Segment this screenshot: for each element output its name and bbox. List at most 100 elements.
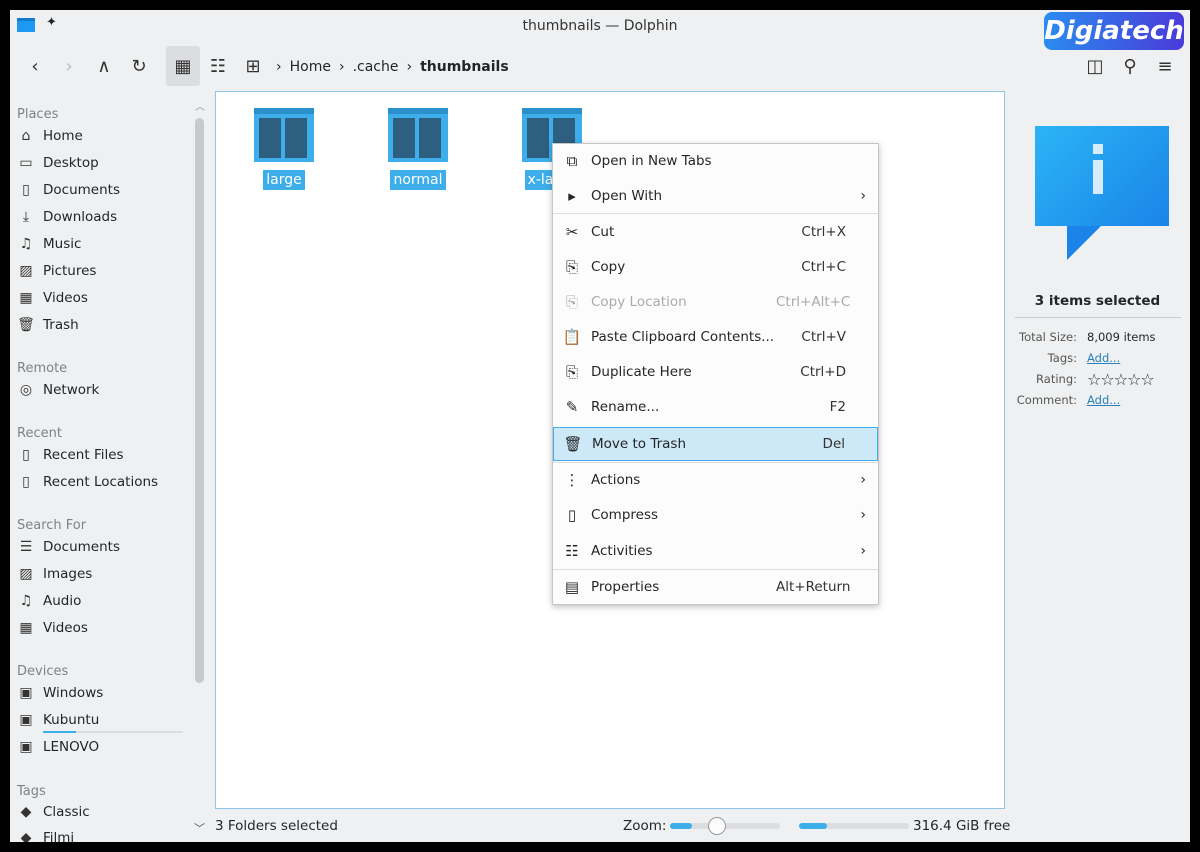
sidebar-item-kubuntu[interactable]: ▣ Kubuntu <box>17 709 99 731</box>
crumb-thumbnails[interactable]: thumbnails <box>420 54 509 80</box>
menu-separator <box>553 213 878 214</box>
comment-add-link[interactable]: Add... <box>1087 390 1120 411</box>
sidebar-section-header: Places <box>17 107 59 122</box>
scroll-down-arrow[interactable]: ﹀ <box>194 820 205 836</box>
menu-item-open-with[interactable]: ▸ Open With › <box>553 179 878 213</box>
sidebar-item-filmi[interactable]: ◆ Filmi <box>17 827 75 842</box>
menu-item-activities[interactable]: ☷ Activities › <box>553 534 878 568</box>
sidebar-item-audio[interactable]: ♫ Audio <box>17 590 82 612</box>
menu-item-duplicate-here[interactable]: ⎘ Duplicate Here Ctrl+D <box>553 355 878 389</box>
up-button[interactable]: ∧ <box>87 46 121 86</box>
menu-item-label: Cut <box>591 224 615 240</box>
copy-location-icon: ⎘ <box>565 293 578 311</box>
cut-icon: ✂ <box>565 223 579 241</box>
sidebar-scrollbar[interactable] <box>195 118 204 683</box>
star-icon[interactable]: ☆ <box>1100 370 1114 389</box>
sidebar-item-lenovo[interactable]: ▣ LENOVO <box>17 736 99 758</box>
videos-icon: ▦ <box>19 290 33 306</box>
menu-item-cut[interactable]: ✂ Cut Ctrl+X <box>553 215 878 249</box>
folder-icon <box>254 108 314 162</box>
sidebar-item-music[interactable]: ♫ Music <box>17 233 82 255</box>
star-icon[interactable]: ☆ <box>1140 370 1154 389</box>
sidebar-item-network[interactable]: ◎ Network <box>17 379 99 401</box>
rating-stars[interactable]: ☆☆☆☆☆ <box>1087 369 1155 390</box>
sidebar-item-label: Filmi <box>43 830 75 842</box>
zoom-label: Zoom: <box>623 818 667 834</box>
details-view-button[interactable]: ⊞ <box>236 46 270 86</box>
menu-item-label: Copy <box>591 259 626 275</box>
compact-view-button[interactable]: ☷ <box>201 46 235 86</box>
trash-icon: 🗑 <box>563 435 583 453</box>
menu-item-label: Compress <box>591 507 659 523</box>
menu-item-actions[interactable]: ⋮ Actions › <box>553 463 878 497</box>
menu-item-copy-location[interactable]: ⎘ Copy Location Ctrl+Alt+C <box>553 285 878 319</box>
folder-item[interactable]: large <box>254 108 314 190</box>
sidebar-item-label: Videos <box>43 620 88 636</box>
menu-item-label: Open With <box>591 188 663 204</box>
sidebar-item-videos[interactable]: ▦ Videos <box>17 287 87 309</box>
sidebar-item-videos[interactable]: ▦ Videos <box>17 617 88 639</box>
sidebar-item-label: Pictures <box>43 263 97 279</box>
sidebar-item-label: Recent Locations <box>43 474 159 490</box>
sidebar-item-windows[interactable]: ▣ Windows <box>17 682 103 704</box>
menu-button[interactable]: ≡ <box>1148 46 1182 86</box>
forward-button[interactable]: › <box>52 46 86 86</box>
sidebar-item-trash[interactable]: 🗑 Trash <box>17 314 79 336</box>
tags-add-link[interactable]: Add... <box>1087 348 1120 369</box>
crumb-cache[interactable]: .cache <box>353 54 399 80</box>
zoom-slider[interactable] <box>670 817 780 835</box>
information-panel: 3 items selected Total Size: 8,009 items … <box>1005 91 1190 831</box>
sidebar-item-recent-files[interactable]: ▯ Recent Files <box>17 444 123 466</box>
drive-icon: ▣ <box>19 712 33 728</box>
split-view-button[interactable]: ◫ <box>1078 46 1112 86</box>
sidebar-item-label: Trash <box>43 317 79 333</box>
comment-label: Comment: <box>1016 393 1077 407</box>
star-icon[interactable]: ☆ <box>1127 370 1141 389</box>
divider <box>1015 317 1181 318</box>
star-icon[interactable]: ☆ <box>1087 370 1101 389</box>
menu-item-shortcut: Ctrl+Alt+C <box>776 294 851 310</box>
menu-item-label: Properties <box>591 579 660 595</box>
sidebar-item-classic[interactable]: ◆ Classic <box>17 801 90 823</box>
chevron-right-icon: › <box>860 507 866 523</box>
sidebar-item-documents[interactable]: ▯ Documents <box>17 179 120 201</box>
sidebar-item-home[interactable]: ⌂ Home <box>17 125 83 147</box>
sidebar-item-pictures[interactable]: ▨ Pictures <box>17 260 96 282</box>
window-title: thumbnails — Dolphin <box>522 18 678 34</box>
sidebar-item-label: Music <box>43 236 82 252</box>
menu-item-properties[interactable]: ▤ Properties Alt+Return <box>553 570 878 604</box>
videos-icon: ▦ <box>19 620 33 636</box>
sidebar-section-header: Tags <box>17 784 46 799</box>
menu-item-label: Move to Trash <box>592 436 687 452</box>
menu-item-copy[interactable]: ⎘ Copy Ctrl+C <box>553 250 878 284</box>
menu-item-label: Activities <box>591 543 653 559</box>
sidebar-item-desktop[interactable]: ▭ Desktop <box>17 152 98 174</box>
menu-item-open-in-new-tabs[interactable]: ⧉ Open in New Tabs <box>553 144 878 178</box>
menu-item-rename[interactable]: ✎ Rename... F2 <box>553 390 878 424</box>
rating-label: Rating: <box>1036 372 1077 386</box>
search-button[interactable]: ⚲ <box>1113 46 1147 86</box>
sidebar-item-label: Documents <box>43 182 120 198</box>
reload-button[interactable]: ↻ <box>122 46 156 86</box>
status-text: 3 Folders selected <box>215 818 338 834</box>
documents-icon: ☰ <box>19 539 33 555</box>
tag-icon: ◆ <box>20 804 32 820</box>
sidebar-item-images[interactable]: ▨ Images <box>17 563 92 585</box>
icons-view-button[interactable]: ▦ <box>166 46 200 86</box>
sidebar-item-documents[interactable]: ☰ Documents <box>17 536 120 558</box>
sidebar-section-header: Remote <box>17 361 68 376</box>
sidebar-item-recent-locations[interactable]: ▯ Recent Locations <box>17 471 158 493</box>
drive-icon: ▣ <box>19 739 33 755</box>
menu-item-compress[interactable]: ▯ Compress › <box>553 498 878 532</box>
sidebar-item-label: Downloads <box>43 209 118 225</box>
menu-item-paste-clipboard-contents[interactable]: 📋 Paste Clipboard Contents... Ctrl+V <box>553 320 878 354</box>
star-icon[interactable]: ☆ <box>1114 370 1128 389</box>
crumb-home[interactable]: Home <box>290 54 331 80</box>
scroll-up-arrow[interactable]: ︿ <box>195 98 205 113</box>
folder-item[interactable]: normal <box>388 108 448 190</box>
sidebar-item-downloads[interactable]: ⤓ Downloads <box>17 206 117 228</box>
back-button[interactable]: ‹ <box>18 46 52 86</box>
menu-item-move-to-trash[interactable]: 🗑 Move to Trash Del <box>553 427 878 461</box>
info-icon <box>1035 126 1169 260</box>
menu-item-shortcut: Ctrl+C <box>801 259 846 275</box>
